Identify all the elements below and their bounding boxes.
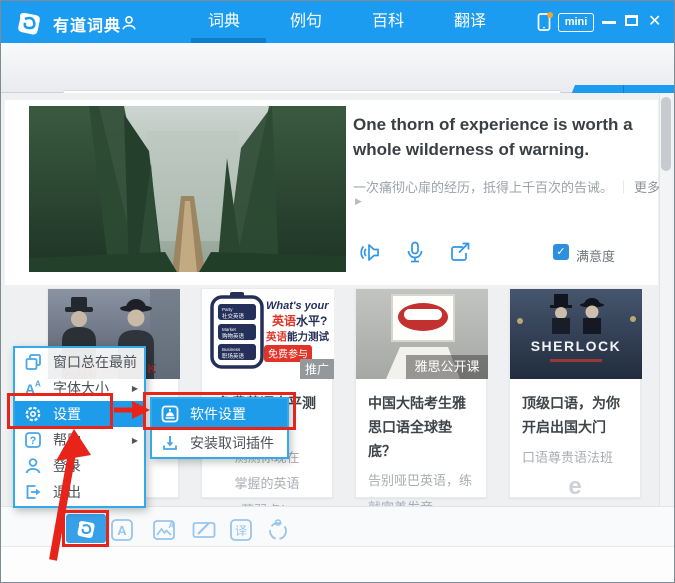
toolbar-dictionary-icon[interactable]: A: [109, 517, 135, 543]
card-title: 中国大陆考生雅思口语全球垫底？: [368, 395, 466, 459]
svg-text:A: A: [117, 523, 127, 538]
titlebar: 有道词典 词典 例句 百科 翻译 mini ✕: [1, 1, 674, 43]
quote-forest-image: [29, 106, 346, 272]
submenu-arrow-icon: ▶: [131, 383, 138, 393]
close-button[interactable]: ✕: [648, 11, 661, 31]
menu-item-exit[interactable]: 退出: [15, 479, 144, 505]
menu-item-label: 窗口总在最前: [53, 354, 137, 370]
test-red-text: 英语: [265, 330, 287, 343]
quote-english-text: One thorn of experience is worth a whole…: [353, 115, 633, 159]
free-join-button[interactable]: 免费参与: [268, 348, 308, 361]
tab-examples[interactable]: 例句: [282, 1, 330, 43]
menu-item-login[interactable]: 登录: [15, 453, 144, 479]
brand-e-logo: e: [568, 473, 582, 501]
sherlock-title-text: SHERLOCK: [531, 338, 622, 354]
menu-item-label: 帮助: [53, 432, 81, 448]
card-image-label: 雅思公开课: [414, 359, 479, 374]
app-title: 有道词典: [53, 18, 122, 35]
whats-your-text: What's your: [266, 300, 329, 312]
menu-item-label: 登录: [53, 458, 81, 474]
submenu-item-label: 安装取词插件: [190, 434, 274, 451]
youdao-dict-window: 有道词典 词典 例句 百科 翻译 mini ✕ 输入要查询的单词或词组 One …: [0, 0, 675, 583]
promo-card-ielts[interactable]: 雅思公开课 中国大陆考生雅思口语全球垫底？ 告别哑巴英语，练就完美发音 e: [355, 288, 488, 551]
exit-icon: [26, 485, 41, 499]
highlight-box-settings: [7, 393, 113, 429]
card-subtitle: 口语尊贵语法班: [522, 449, 614, 465]
level-red-text: 英语: [272, 313, 296, 328]
highlight-box-toolbar-logo: [62, 510, 109, 547]
svg-text:英语能力测试: 英语能力测试: [265, 330, 329, 343]
share-icon[interactable]: [448, 241, 472, 264]
promo-tag: 推广: [305, 363, 329, 377]
badge-party-en: Party: [222, 307, 233, 312]
pronounce-speaker-icon[interactable]: [357, 241, 381, 264]
help-icon: ?: [25, 432, 41, 448]
highlight-box-software-settings: [143, 392, 296, 430]
toolbar-human-translate-icon[interactable]: [265, 517, 291, 543]
satisfaction-label: 满意度: [576, 249, 616, 264]
card-title: 顶级口语，为你开启出国大门: [522, 395, 620, 435]
submenu-item-install-plugin[interactable]: 安装取词插件: [152, 428, 287, 457]
user-account-icon[interactable]: [120, 14, 138, 32]
maximize-button[interactable]: [625, 15, 638, 26]
tab-encyclopedia[interactable]: 百科: [364, 1, 412, 43]
svg-text:英语水平?: 英语水平?: [272, 313, 327, 328]
level-test-card-image: Party 社交英语 Market 购物英语 Business 职场英语 Wha…: [202, 289, 334, 379]
tab-translate[interactable]: 翻译: [446, 1, 494, 43]
svg-text:A: A: [35, 380, 41, 389]
promo-card-sherlock-2[interactable]: SHERLOCK 顶级口语，为你开启出国大门 口语尊贵语法班 e: [509, 288, 642, 501]
toolbar-translate-icon[interactable]: 译: [228, 517, 254, 543]
mini-mode-button[interactable]: mini: [558, 13, 594, 32]
quote-chinese-line: 一次痛彻心扉的经历，抵得上千百次的告诫。｜更多: [353, 177, 660, 196]
toolbar-handwriting-icon[interactable]: [191, 517, 217, 543]
ad-banner[interactable]: VIPABC .com 每天 45 分钟 轻松学英语 领取免费课程 ▸ ×: [1, 546, 674, 582]
tab-dictionary[interactable]: 词典: [200, 1, 248, 43]
quote-chinese-text: 一次痛彻心扉的经历，抵得上千百次的告诫。: [353, 180, 614, 195]
microphone-icon[interactable]: [404, 240, 426, 265]
svg-text:?: ?: [30, 435, 37, 447]
windows-stack-icon: [25, 354, 41, 370]
svg-text:A: A: [169, 521, 175, 530]
user-icon: [25, 458, 41, 474]
minimize-button[interactable]: [602, 21, 616, 24]
search-bar: En ▼: [1, 43, 674, 135]
badge-business-cn: 职场英语: [222, 352, 245, 360]
toolbar-picture-word-icon[interactable]: A: [151, 517, 177, 543]
menu-item-help[interactable]: ? 帮助 ▶: [15, 427, 144, 453]
ielts-card-image: 雅思公开课: [356, 289, 488, 379]
expand-icon[interactable]: ▶: [355, 196, 362, 207]
youdao-logo-icon: [18, 12, 40, 35]
scrollbar-thumb[interactable]: [661, 97, 671, 171]
sherlock2-card-image: SHERLOCK: [510, 289, 642, 379]
badge-market-cn: 购物英语: [222, 332, 245, 340]
quote-more-link[interactable]: 更多: [634, 180, 660, 195]
download-icon: [163, 435, 177, 450]
badge-business-en: Business: [222, 347, 241, 352]
mobile-app-icon[interactable]: [535, 11, 555, 33]
quote-separator: ｜: [617, 180, 631, 195]
card-subtitle-line: 掌握的英语: [234, 476, 300, 492]
svg-text:译: 译: [235, 524, 247, 538]
test-dark-text: 能力测试: [287, 330, 329, 343]
menu-item-always-on-top[interactable]: 窗口总在最前: [15, 349, 144, 375]
badge-market-en: Market: [222, 327, 237, 332]
level-dark-text: 水平?: [296, 313, 327, 328]
badge-party-cn: 社交英语: [222, 312, 245, 320]
submenu-arrow-icon: ▶: [131, 435, 138, 445]
menu-item-label: 退出: [53, 484, 81, 500]
satisfaction-checkbox[interactable]: ✓: [553, 244, 569, 260]
